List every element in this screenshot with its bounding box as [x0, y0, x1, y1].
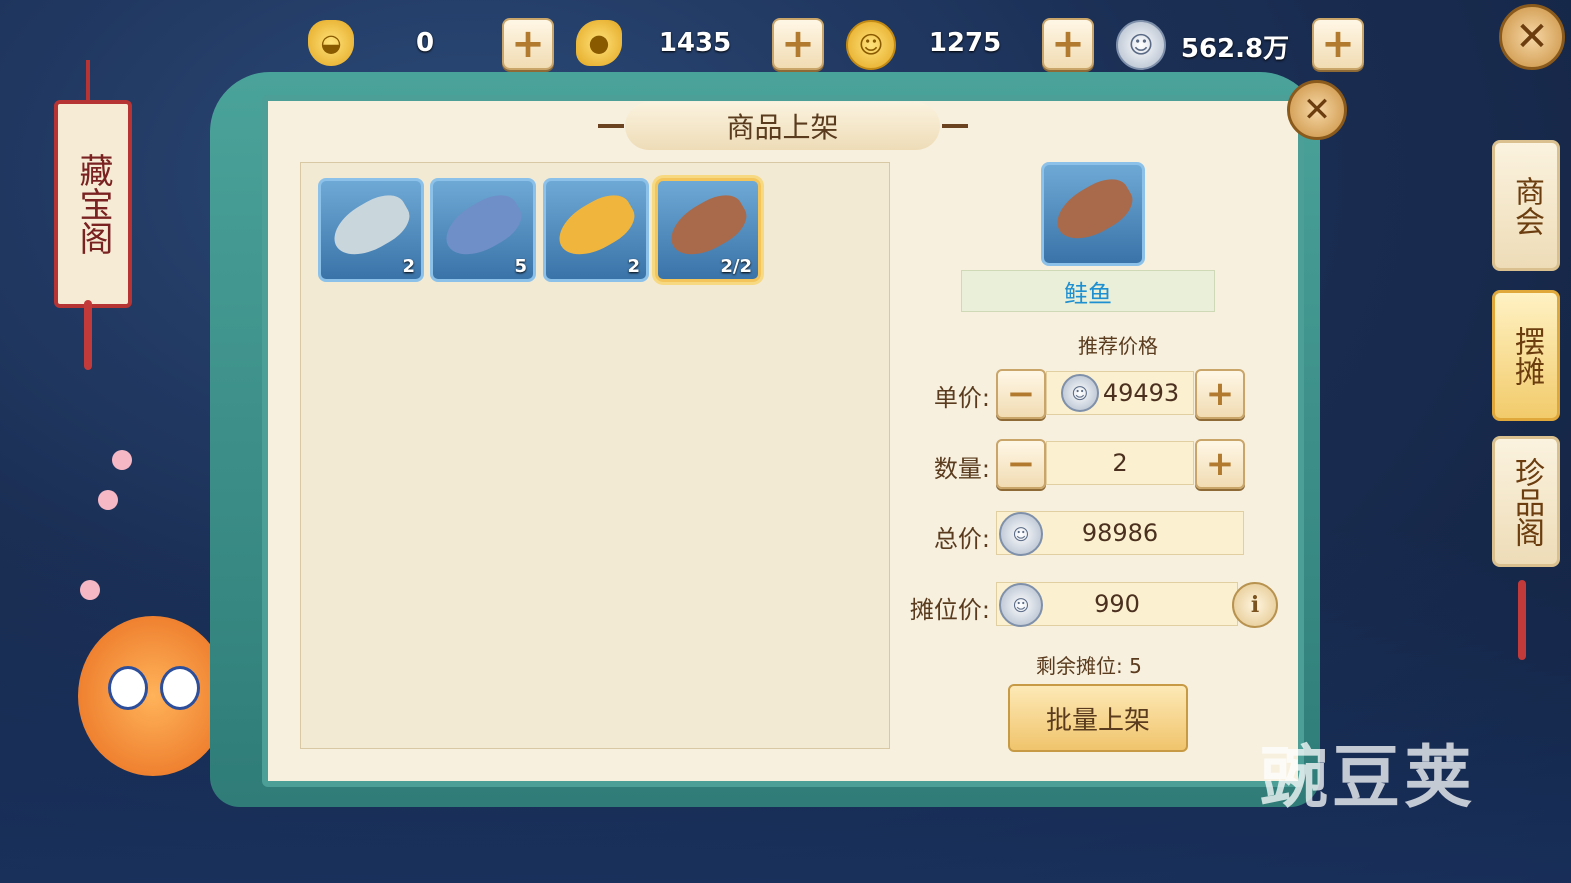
- info-icon[interactable]: i: [1232, 582, 1278, 628]
- close-icon: ✕: [1515, 14, 1549, 60]
- title-pin-right: [942, 124, 968, 128]
- increase-quantity-button[interactable]: +: [1195, 439, 1245, 489]
- unit-price-label: 单价:: [933, 384, 990, 412]
- banner-string: [86, 60, 90, 100]
- quantity-field[interactable]: 2: [1046, 441, 1194, 485]
- silver-coin-value: 562.8万: [1180, 34, 1290, 64]
- blossom-icon: [98, 490, 118, 510]
- gold-coin-value: 1275: [928, 28, 1002, 58]
- unit-price-value: 49493: [1102, 379, 1180, 407]
- batch-list-button[interactable]: 批量上架: [1008, 684, 1188, 752]
- silver-coin-icon: ☺: [999, 583, 1043, 627]
- item-count: 2/2: [720, 256, 752, 277]
- gold-coin-icon: ☺: [846, 20, 896, 70]
- inventory-slot-fish-blue[interactable]: 5: [430, 178, 536, 282]
- tab-chamber-of-commerce[interactable]: 商会: [1492, 140, 1560, 271]
- currency-bar: ◒ 0 + ● 1435 + ☺ 1275 + ☺ 562.8万 +: [290, 8, 1380, 78]
- total-price-field: ☺ 98986: [996, 511, 1244, 556]
- blossom-icon: [80, 580, 100, 600]
- fish-icon: [1047, 170, 1141, 250]
- add-gold-coin-button[interactable]: +: [1042, 18, 1094, 70]
- recommended-price-label: 推荐价格: [1078, 334, 1158, 358]
- gold-nugget-icon: ●: [576, 20, 622, 66]
- tab-label: 商会: [1509, 175, 1544, 236]
- decrease-quantity-button[interactable]: −: [996, 439, 1046, 489]
- item-count: 5: [514, 256, 527, 277]
- silver-coin-icon: ☺: [1060, 374, 1099, 412]
- stall-fee-label: 摊位价:: [909, 596, 990, 624]
- add-gold-nugget-button[interactable]: +: [772, 18, 824, 70]
- title-pin-left: [598, 124, 624, 128]
- stall-fee-field: ☺ 990: [996, 582, 1238, 627]
- inventory-slot-fish-gold[interactable]: 2: [543, 178, 649, 282]
- banner-title: 藏宝阁: [73, 153, 113, 255]
- mascot-eye-left: [108, 666, 148, 710]
- tab-label: 珍品阁: [1509, 456, 1544, 547]
- increase-price-button[interactable]: +: [1195, 369, 1245, 419]
- fish-icon: [436, 186, 530, 266]
- close-window-button[interactable]: ✕: [1499, 4, 1565, 70]
- tab-street-stall[interactable]: 摆摊: [1492, 290, 1560, 421]
- silver-coin-icon: ☺: [1116, 20, 1166, 70]
- stall-fee-value: 990: [1094, 590, 1140, 618]
- gold-ingot-icon: ◒: [308, 20, 354, 66]
- quantity-label: 数量:: [933, 455, 990, 483]
- mascot-eye-right: [160, 666, 200, 710]
- unit-price-field[interactable]: ☺ 49493: [1046, 371, 1194, 415]
- gold-nugget-value: 1435: [658, 28, 732, 58]
- item-name: 鲑鱼: [961, 270, 1215, 312]
- total-price-value: 98986: [1081, 519, 1159, 547]
- tab-treasure-pavilion[interactable]: 珍品阁: [1492, 436, 1560, 567]
- remaining-stalls: 剩余摊位: 5: [1036, 654, 1142, 678]
- add-gold-ingot-button[interactable]: +: [502, 18, 554, 70]
- add-silver-coin-button[interactable]: +: [1312, 18, 1364, 70]
- silver-coin-icon: ☺: [999, 512, 1043, 556]
- inventory-slot-fish-white[interactable]: 2: [318, 178, 424, 282]
- total-price-label: 总价:: [933, 525, 990, 553]
- tab-tassel: [1518, 580, 1526, 660]
- owl-mascot: [78, 616, 228, 776]
- item-count: 2: [627, 256, 640, 277]
- close-icon: ✕: [1302, 90, 1332, 130]
- decrease-price-button[interactable]: −: [996, 369, 1046, 419]
- item-count: 2: [402, 256, 415, 277]
- dialog-title: 商品上架: [625, 102, 940, 150]
- close-dialog-button[interactable]: ✕: [1287, 80, 1347, 140]
- tab-label: 摆摊: [1509, 325, 1544, 386]
- fish-icon: [549, 186, 643, 266]
- inventory-slot-fish-salmon[interactable]: 2/2: [655, 178, 761, 282]
- selected-item-preview: [1041, 162, 1145, 266]
- fish-icon: [661, 186, 755, 266]
- gold-ingot-value: 0: [415, 28, 435, 58]
- treasure-pavilion-banner: 藏宝阁: [54, 100, 132, 308]
- watermark: 豌豆荚: [1260, 739, 1477, 818]
- fish-icon: [324, 186, 418, 266]
- banner-tassel: [84, 300, 92, 370]
- blossom-icon: [112, 450, 132, 470]
